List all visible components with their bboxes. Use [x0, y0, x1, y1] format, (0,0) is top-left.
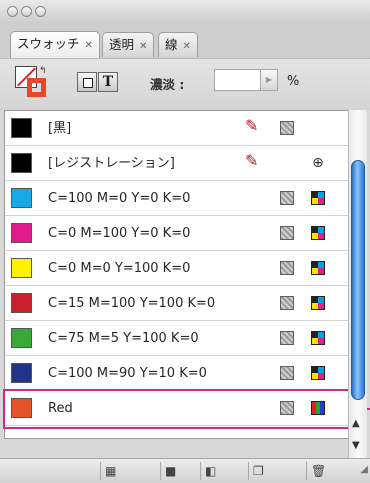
- show-gradient-swatches-button[interactable]: ◧: [200, 462, 220, 480]
- scroll-thumb[interactable]: [351, 160, 365, 400]
- play-icon: ▶: [265, 75, 273, 84]
- new-swatch-icon: ❐: [253, 464, 264, 478]
- process-color-icon: [280, 121, 294, 135]
- cmyk-icon: [311, 296, 325, 310]
- swatch-name: C=100 M=90 Y=10 K=0: [48, 366, 207, 381]
- tab-transparency-label: 透明: [109, 37, 135, 52]
- cmyk-icon: [311, 366, 325, 380]
- panel-bottom-bar: ▦ ■ ◧ ❐ 🗑 ◢: [0, 458, 370, 483]
- tab-swatches-label: スウォッチ: [17, 36, 80, 51]
- color-swatch-icon: ■: [165, 464, 177, 478]
- swatch-toolbar: ↰ T 濃淡 : ▶ %: [0, 58, 370, 111]
- swatch-color-chip: [11, 363, 32, 383]
- swatch-color-chip: [11, 258, 32, 278]
- swatch-name: C=75 M=5 Y=100 K=0: [48, 331, 199, 346]
- panel-title-bar[interactable]: [0, 0, 370, 23]
- swatch-list[interactable]: [黒] ✎ [レジストレーション] ✎ ⊕ C=100 M=0 Y=0 K=0 …: [4, 110, 349, 439]
- tint-input[interactable]: [214, 69, 264, 91]
- process-color-icon: [280, 226, 294, 240]
- swatch-row[interactable]: C=75 M=5 Y=100 K=0: [5, 321, 348, 356]
- tab-transparency[interactable]: 透明 ✕: [102, 32, 155, 57]
- gradient-icon: ◧: [205, 464, 217, 478]
- swatch-name: [レジストレーション]: [48, 156, 175, 171]
- show-color-swatches-button[interactable]: ■: [160, 462, 180, 480]
- swatch-color-chip: [11, 328, 32, 348]
- delete-swatch-button[interactable]: 🗑: [306, 462, 326, 480]
- registration-icon: ⊕: [312, 155, 324, 171]
- tab-stroke-label: 線: [165, 37, 178, 52]
- zoom-button[interactable]: [35, 6, 46, 17]
- swatch-color-chip: [11, 223, 32, 243]
- swatch-row[interactable]: C=0 M=100 Y=0 K=0: [5, 216, 348, 251]
- swatch-color-chip: [11, 118, 32, 138]
- process-color-icon: [280, 261, 294, 275]
- formatting-affects-text-button[interactable]: T: [98, 72, 118, 92]
- formatting-affects-container-button[interactable]: [77, 72, 97, 92]
- swatch-name: C=0 M=0 Y=100 K=0: [48, 261, 191, 276]
- stroke-color-icon[interactable]: [27, 78, 46, 97]
- close-icon[interactable]: ✕: [85, 40, 93, 51]
- trash-icon: 🗑: [311, 464, 327, 478]
- swatch-name: Red: [48, 401, 73, 416]
- process-color-icon: [280, 331, 294, 345]
- tint-label: 濃淡 :: [150, 77, 185, 92]
- tab-swatches[interactable]: スウォッチ ✕: [10, 31, 100, 58]
- tint-slider-button[interactable]: ▶: [260, 69, 278, 91]
- swatch-color-chip: [11, 188, 32, 208]
- cmyk-icon: [311, 261, 325, 275]
- swatch-row[interactable]: [黒] ✎: [5, 111, 348, 146]
- swap-arrow-icon[interactable]: ↰: [39, 66, 47, 76]
- swatch-row[interactable]: [レジストレーション] ✎ ⊕: [5, 146, 348, 181]
- resize-grip-icon[interactable]: ◢: [360, 464, 368, 475]
- process-color-icon: [280, 366, 294, 380]
- minimize-button[interactable]: [21, 6, 32, 17]
- swatch-row[interactable]: C=15 M=100 Y=100 K=0: [5, 286, 348, 321]
- swatch-name: [黒]: [48, 121, 72, 136]
- process-color-icon: [280, 296, 294, 310]
- swatch-row[interactable]: Red: [5, 391, 348, 426]
- close-button[interactable]: [7, 6, 18, 17]
- process-color-icon: [280, 401, 294, 415]
- close-icon[interactable]: ✕: [139, 41, 147, 52]
- pencil-icon: ✎: [245, 151, 259, 170]
- swatch-row[interactable]: C=100 M=0 Y=0 K=0: [5, 181, 348, 216]
- pencil-icon: ✎: [245, 116, 259, 135]
- cmyk-icon: [311, 226, 325, 240]
- swatch-row[interactable]: C=100 M=90 Y=10 K=0: [5, 356, 348, 391]
- swatch-name: C=0 M=100 Y=0 K=0: [48, 226, 191, 241]
- swatch-color-chip: [11, 293, 32, 313]
- tint-unit: %: [287, 74, 300, 89]
- process-color-icon: [280, 191, 294, 205]
- vertical-scrollbar[interactable]: ▲ ▼: [348, 110, 367, 460]
- panel-tab-row: スウォッチ✕ 透明✕ 線✕ ▶: [0, 22, 370, 74]
- close-icon[interactable]: ✕: [183, 41, 191, 52]
- tab-stroke[interactable]: 線 ✕: [158, 32, 198, 57]
- scroll-down-arrow-icon[interactable]: ▼: [352, 440, 360, 451]
- swatch-name: C=15 M=100 Y=100 K=0: [48, 296, 216, 311]
- show-swatch-kinds-button[interactable]: ▦: [100, 462, 120, 480]
- rgb-icon: [311, 401, 325, 415]
- swatch-color-chip: [11, 398, 32, 418]
- swatch-kinds-icon: ▦: [105, 464, 117, 478]
- swatch-name: C=100 M=0 Y=0 K=0: [48, 191, 191, 206]
- swatches-panel: スウォッチ✕ 透明✕ 線✕ ▶ ↰ T 濃淡 : ▶ % [黒] ✎: [0, 0, 370, 483]
- scroll-up-arrow-icon[interactable]: ▲: [352, 418, 360, 429]
- fill-stroke-selector[interactable]: ↰: [15, 66, 49, 100]
- cmyk-icon: [311, 331, 325, 345]
- new-swatch-button[interactable]: ❐: [248, 462, 268, 480]
- cmyk-icon: [311, 191, 325, 205]
- swatch-row[interactable]: C=0 M=0 Y=100 K=0: [5, 251, 348, 286]
- swatch-color-chip: [11, 153, 32, 173]
